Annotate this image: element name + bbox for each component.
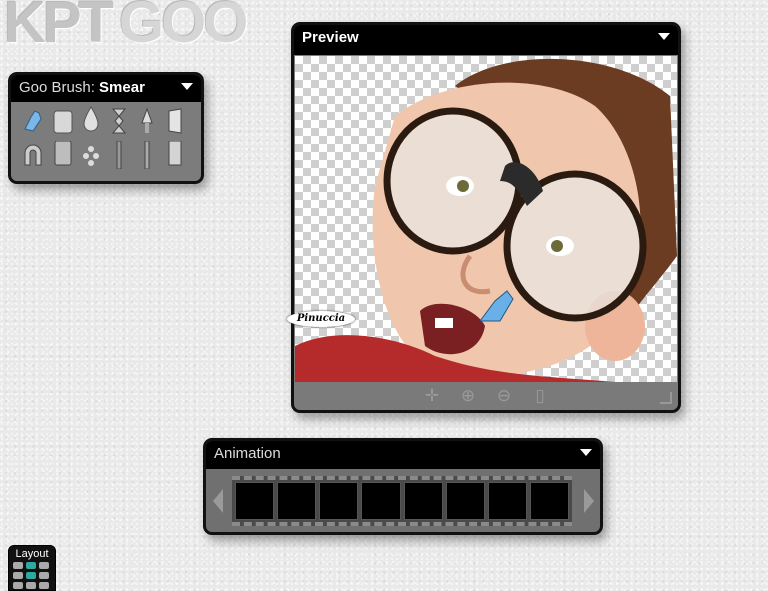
film-frame[interactable] bbox=[235, 482, 275, 520]
eraser-icon[interactable] bbox=[51, 107, 75, 135]
move-icon[interactable]: ✛ bbox=[421, 385, 443, 407]
logo-kpt: KPT bbox=[4, 0, 114, 55]
film-frame[interactable] bbox=[487, 482, 527, 520]
drop-icon[interactable] bbox=[79, 105, 103, 133]
animation-panel: Animation bbox=[203, 438, 603, 535]
layout-cell[interactable] bbox=[13, 582, 23, 589]
film-frame[interactable] bbox=[319, 482, 359, 520]
film-frame[interactable] bbox=[361, 482, 401, 520]
film-frame[interactable] bbox=[403, 482, 443, 520]
layout-cell[interactable] bbox=[39, 562, 49, 569]
signature-label: Pinuccia bbox=[287, 311, 355, 327]
knife-icon[interactable] bbox=[107, 140, 131, 170]
app-logo: KPT GOO bbox=[4, 0, 248, 55]
preview-header[interactable]: Preview bbox=[294, 25, 678, 55]
rake-icon[interactable] bbox=[135, 140, 159, 170]
preview-illustration bbox=[295, 58, 677, 382]
preview-panel: Preview ✛ ⊕ ⊖ ▯ bbox=[291, 22, 681, 413]
animation-header[interactable]: Animation bbox=[206, 441, 600, 469]
smudge-icon[interactable] bbox=[51, 140, 75, 169]
layout-widget[interactable]: Layout bbox=[8, 545, 56, 591]
zoom-in-icon[interactable]: ⊕ bbox=[457, 385, 479, 407]
layer-icon[interactable] bbox=[163, 107, 187, 135]
layout-cell[interactable] bbox=[13, 562, 23, 569]
preview-toolbar: ✛ ⊕ ⊖ ▯ bbox=[294, 384, 678, 408]
next-frame-icon[interactable] bbox=[584, 489, 594, 513]
filmstrip bbox=[232, 476, 572, 526]
animation-title: Animation bbox=[214, 445, 281, 462]
goo-brush-panel: Goo Brush: Smear bbox=[8, 72, 204, 184]
film-frame[interactable] bbox=[277, 482, 317, 520]
twirl-icon[interactable] bbox=[107, 107, 131, 135]
layout-cell[interactable] bbox=[26, 572, 36, 579]
goo-brush-header[interactable]: Goo Brush: Smear bbox=[11, 75, 201, 102]
dropdown-arrow-icon[interactable] bbox=[580, 449, 592, 456]
brush-tool-grid bbox=[19, 105, 195, 173]
previous-frame-icon[interactable] bbox=[213, 489, 223, 513]
layout-cell[interactable] bbox=[26, 562, 36, 569]
smear-glove-icon[interactable] bbox=[21, 107, 45, 135]
goo-brush-title-value: Smear bbox=[99, 79, 145, 96]
film-frame[interactable] bbox=[445, 482, 485, 520]
magnet-icon[interactable] bbox=[21, 141, 45, 169]
layout-grid bbox=[13, 562, 51, 589]
layout-cell[interactable] bbox=[39, 582, 49, 589]
preview-title: Preview bbox=[302, 29, 359, 46]
dropdown-arrow-icon[interactable] bbox=[181, 83, 193, 90]
cone-icon[interactable] bbox=[163, 140, 187, 169]
film-frame[interactable] bbox=[529, 482, 569, 520]
goo-brush-title-prefix: Goo Brush: bbox=[19, 79, 95, 96]
layout-cell[interactable] bbox=[39, 572, 49, 579]
layout-cell[interactable] bbox=[26, 582, 36, 589]
brush-icon[interactable] bbox=[135, 107, 159, 135]
spray-icon[interactable] bbox=[79, 143, 103, 171]
resize-grip-icon[interactable] bbox=[660, 392, 672, 404]
preview-canvas[interactable] bbox=[295, 56, 677, 382]
dropdown-arrow-icon[interactable] bbox=[658, 33, 670, 40]
layout-cell[interactable] bbox=[13, 572, 23, 579]
zoom-out-icon[interactable]: ⊖ bbox=[493, 385, 515, 407]
page-icon[interactable]: ▯ bbox=[529, 385, 551, 407]
layout-label: Layout bbox=[15, 548, 49, 560]
logo-goo: GOO bbox=[119, 0, 248, 55]
